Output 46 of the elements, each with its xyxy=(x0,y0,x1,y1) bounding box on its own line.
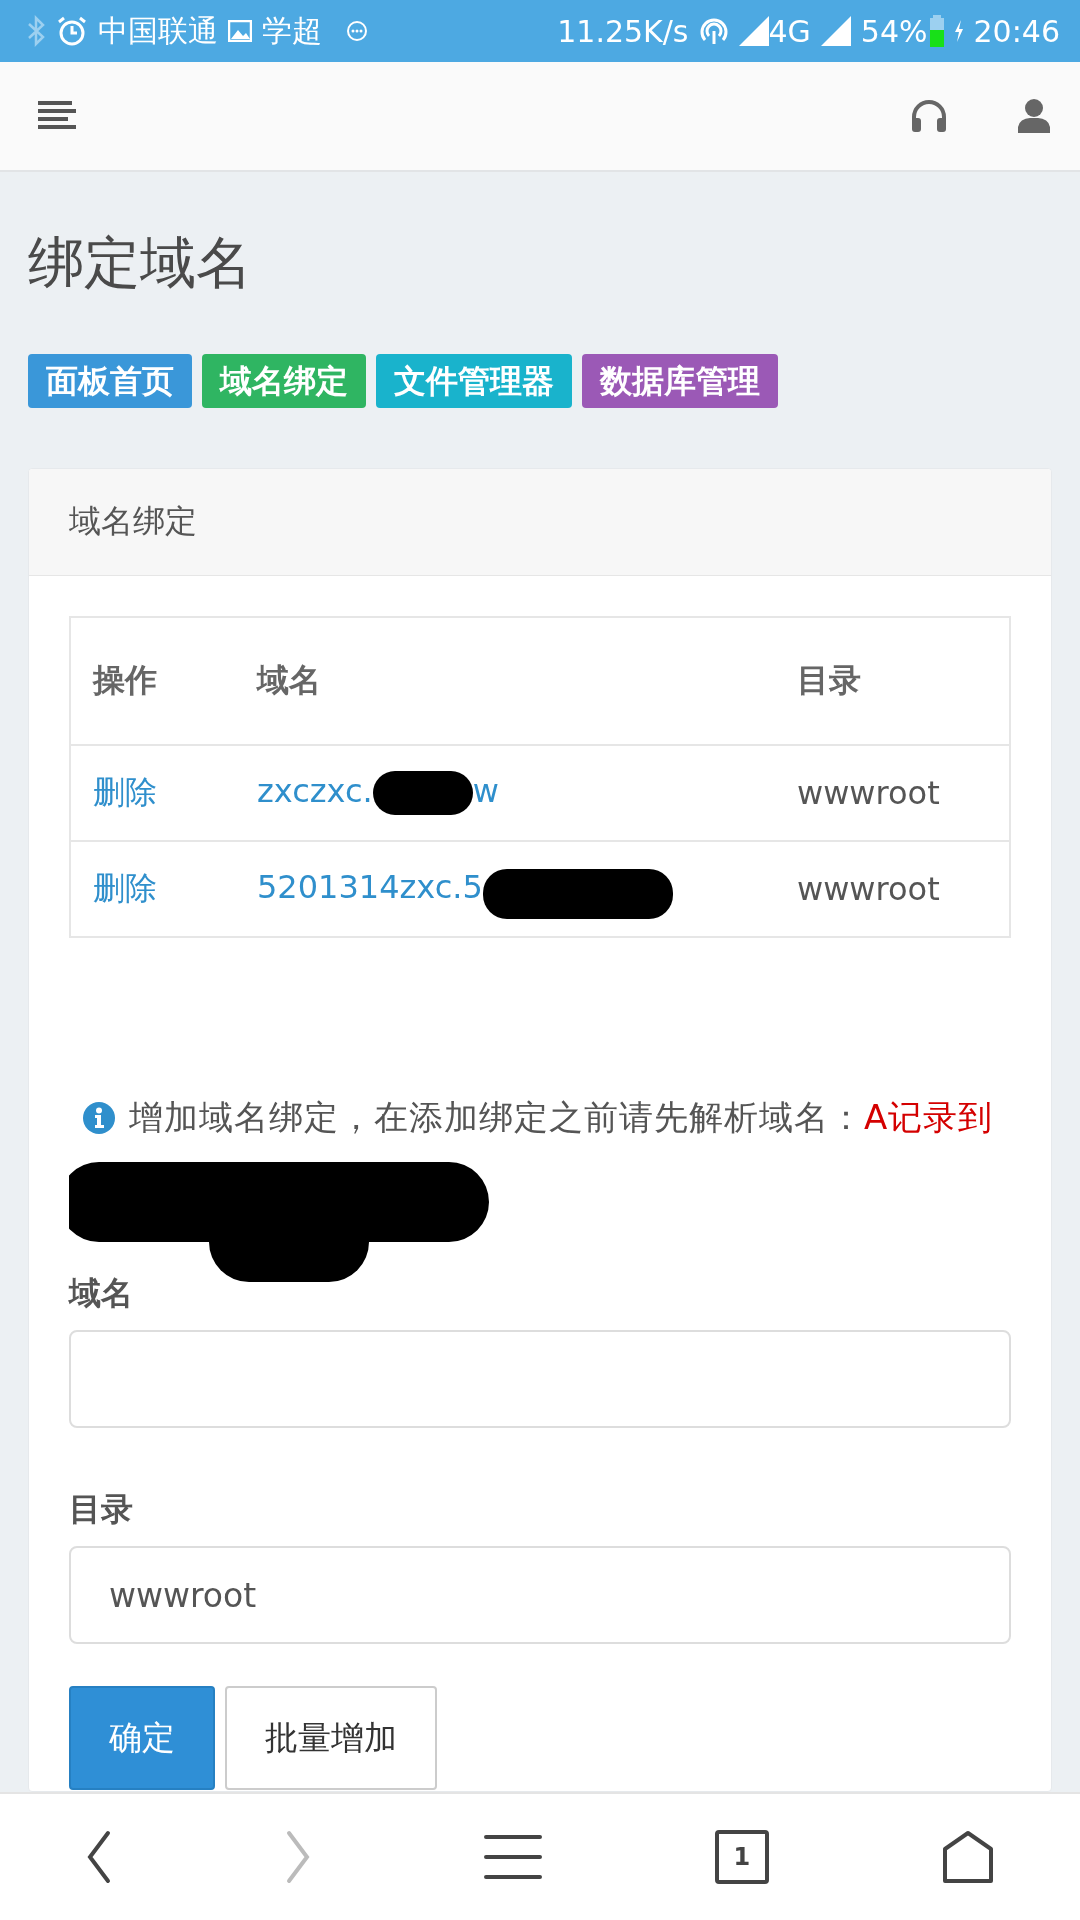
domain-link[interactable]: 5201314zxc.5 xyxy=(235,841,775,937)
menu-icon[interactable] xyxy=(484,1834,542,1880)
nav-badge[interactable]: 数据库管理 xyxy=(582,354,778,408)
table-cell: wwwroot xyxy=(775,841,1010,937)
page-title: 绑定域名 xyxy=(28,229,253,297)
column-header: 目录 xyxy=(775,617,1010,745)
bluetooth-icon xyxy=(26,15,46,47)
home-icon[interactable] xyxy=(941,1831,994,1883)
more-icon xyxy=(346,20,368,42)
nav-badge[interactable]: 文件管理器 xyxy=(376,354,572,408)
input-field[interactable] xyxy=(69,1330,1011,1428)
field-label: 域名 xyxy=(69,1273,134,1314)
tab-count-button[interactable]: 1 xyxy=(714,1830,769,1884)
hotspot-icon xyxy=(698,16,729,46)
carrier-name: 中国联通 xyxy=(98,11,218,50)
back-icon[interactable] xyxy=(86,1830,113,1884)
user-icon[interactable] xyxy=(1018,99,1050,133)
app-notification: 学超 xyxy=(262,11,322,50)
input-field[interactable]: wwwroot xyxy=(69,1546,1011,1644)
headset-icon[interactable] xyxy=(910,98,948,134)
card-title: 域名绑定 xyxy=(69,501,197,542)
confirm-button[interactable]: 确定 xyxy=(69,1686,215,1790)
signal-icon xyxy=(738,16,769,46)
delete-link[interactable]: 删除 xyxy=(93,869,157,907)
column-header: 域名 xyxy=(235,617,775,745)
network-speed: 11.25K/s xyxy=(557,13,689,49)
batch-add-button[interactable]: 批量增加 xyxy=(225,1686,437,1790)
nav-badge[interactable]: 面板首页 xyxy=(28,354,192,408)
field-label: 目录 xyxy=(69,1489,134,1530)
notice-text: 增加域名绑定，在添加绑定之前请先解析域名： xyxy=(129,1097,864,1137)
delete-link[interactable]: 删除 xyxy=(93,773,157,811)
domain-link[interactable]: zxczxc. w xyxy=(235,745,775,841)
nav-badge[interactable]: 域名绑定 xyxy=(202,354,366,408)
dns-record-hint: A记录到 xyxy=(864,1097,994,1137)
column-header: 操作 xyxy=(70,617,235,745)
battery-icon xyxy=(929,15,944,47)
menu-icon[interactable] xyxy=(38,101,76,131)
image-icon xyxy=(228,20,252,42)
charging-icon xyxy=(953,20,964,42)
info-icon xyxy=(83,1101,115,1134)
battery-percent: 54% xyxy=(860,13,928,49)
signal-icon xyxy=(820,16,851,46)
table-cell: wwwroot xyxy=(775,745,1010,841)
clock-time: 20:46 xyxy=(973,13,1060,49)
network-type: 4G xyxy=(768,13,811,49)
alarm-icon xyxy=(56,15,88,47)
